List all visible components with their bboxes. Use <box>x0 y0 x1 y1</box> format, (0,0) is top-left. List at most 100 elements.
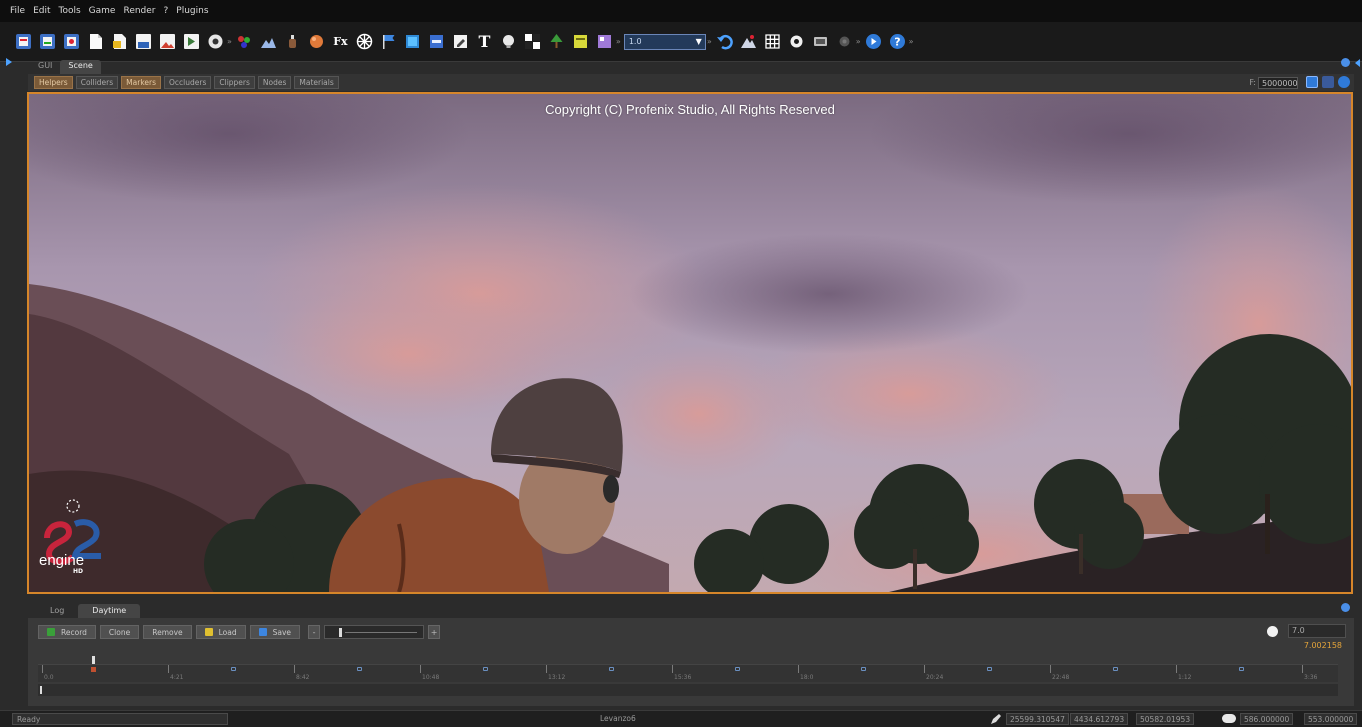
tab-gui[interactable]: GUI <box>30 60 60 74</box>
panel-toggle-icon[interactable] <box>1341 58 1350 67</box>
dropdown-arrow-icon[interactable]: » <box>856 37 861 46</box>
ruler-label: 15:36 <box>674 674 692 681</box>
time-ruler[interactable]: 0.0 4:21 8:42 10:48 13:12 15:36 18:0 20:24 22:48… <box>38 664 1338 682</box>
playhead[interactable] <box>92 656 95 664</box>
bottom-tabs: Log Daytime <box>36 604 141 618</box>
keyframe-marker[interactable] <box>231 667 236 671</box>
daytime-panel: Record Clone Remove Load Save - + 7.0 7.… <box>28 618 1354 706</box>
clone-label: Clone <box>108 627 131 637</box>
keyframe-marker[interactable] <box>987 667 992 671</box>
tab-scene[interactable]: Scene <box>60 60 101 74</box>
keyframe-marker[interactable] <box>861 667 866 671</box>
mesh-icon[interactable] <box>403 32 422 51</box>
filter-markers[interactable]: Markers <box>121 76 162 89</box>
speed-slider[interactable] <box>324 625 425 639</box>
main-tabs: GUI Scene <box>30 60 101 74</box>
gear-icon[interactable] <box>787 32 806 51</box>
far-clip-input[interactable]: 5000000 <box>1258 76 1298 89</box>
load-button[interactable]: Load <box>195 625 246 639</box>
save-icon[interactable] <box>134 32 153 51</box>
document-icon[interactable] <box>86 32 105 51</box>
undo-icon[interactable] <box>715 32 734 51</box>
filter-materials[interactable]: Materials <box>294 76 339 89</box>
remove-button[interactable]: Remove <box>143 625 192 639</box>
filter-clippers[interactable]: Clippers <box>214 76 255 89</box>
key-track[interactable] <box>38 684 1338 696</box>
flag-icon[interactable] <box>379 32 398 51</box>
filter-nodes[interactable]: Nodes <box>257 76 292 89</box>
menu-help[interactable]: ? <box>164 6 169 16</box>
ruler-tick <box>546 665 547 673</box>
menu-file[interactable]: File <box>10 6 25 16</box>
open-scene-icon[interactable] <box>38 32 57 51</box>
tab-log[interactable]: Log <box>36 604 78 618</box>
slider-decrement[interactable]: - <box>308 625 321 639</box>
sun-settings-icon[interactable] <box>835 32 854 51</box>
edit-note-icon[interactable] <box>451 32 470 51</box>
menu-edit[interactable]: Edit <box>33 6 50 16</box>
foliage-icon[interactable] <box>571 32 590 51</box>
fx-icon[interactable]: Fx <box>331 32 350 51</box>
dropdown-arrow-icon[interactable]: » <box>616 37 621 46</box>
keyframe-marker[interactable] <box>357 667 362 671</box>
slider-increment[interactable]: + <box>428 625 441 639</box>
keyframe-marker[interactable] <box>609 667 614 671</box>
keyframe-marker[interactable] <box>1113 667 1118 671</box>
collapse-right-icon[interactable] <box>1355 59 1360 67</box>
grid-view-icon[interactable] <box>595 32 614 51</box>
status-value-a: 586.000000 <box>1240 713 1294 725</box>
merge-scene-icon[interactable] <box>62 32 81 51</box>
dropdown-arrow-icon[interactable]: » <box>707 37 712 46</box>
record-button[interactable]: Record <box>38 625 96 639</box>
track-marker <box>40 686 42 694</box>
terrain-icon[interactable] <box>259 32 278 51</box>
checker-icon[interactable] <box>523 32 542 51</box>
export-icon[interactable] <box>182 32 201 51</box>
camera-icon[interactable] <box>1306 76 1318 88</box>
render-viewport[interactable]: Copyright (C) Profenix Studio, All Right… <box>27 92 1353 594</box>
save-button[interactable]: Save <box>249 625 301 639</box>
text-icon[interactable]: T <box>475 32 494 51</box>
status-text: Ready <box>12 713 228 725</box>
bulb-icon[interactable] <box>499 32 518 51</box>
far-clip-label: F: <box>1249 78 1256 87</box>
ruler-label: 1:12 <box>1178 674 1192 681</box>
menu-game[interactable]: Game <box>89 6 116 16</box>
panel-toggle-icon[interactable] <box>1341 603 1350 612</box>
tree-icon[interactable] <box>547 32 566 51</box>
settings-icon[interactable] <box>1338 76 1350 88</box>
filter-helpers[interactable]: Helpers <box>34 76 73 89</box>
scene-filter-bar: Helpers Colliders Markers Occluders Clip… <box>28 74 1354 91</box>
play-icon[interactable] <box>864 32 883 51</box>
dropdown-arrow-icon[interactable]: » <box>227 37 232 46</box>
bottle-icon[interactable] <box>283 32 302 51</box>
image-icon[interactable] <box>158 32 177 51</box>
menu-plugins[interactable]: Plugins <box>176 6 208 16</box>
frame-icon[interactable] <box>1322 76 1334 88</box>
keyframe-marker[interactable] <box>483 667 488 671</box>
help-icon[interactable]: ? <box>888 32 907 51</box>
tab-daytime[interactable]: Daytime <box>78 604 141 618</box>
dropdown-arrow-icon[interactable]: » <box>909 37 914 46</box>
new-scene-icon[interactable] <box>14 32 33 51</box>
film-icon[interactable] <box>811 32 830 51</box>
sphere-icon[interactable] <box>307 32 326 51</box>
collapse-left-icon[interactable] <box>6 58 12 66</box>
clone-button[interactable]: Clone <box>99 625 140 639</box>
settings-cog-icon[interactable] <box>206 32 225 51</box>
snowflake-icon[interactable] <box>355 32 374 51</box>
keyframe-marker[interactable] <box>735 667 740 671</box>
open-file-icon[interactable] <box>110 32 129 51</box>
landscape-icon[interactable] <box>739 32 758 51</box>
filter-colliders[interactable]: Colliders <box>75 76 119 89</box>
particles-icon[interactable] <box>235 32 254 51</box>
slider-knob[interactable] <box>339 628 343 637</box>
keyframe-marker[interactable] <box>1239 667 1244 671</box>
time-input[interactable]: 7.0 <box>1288 624 1346 638</box>
layer-icon[interactable] <box>427 32 446 51</box>
menu-render[interactable]: Render <box>123 6 155 16</box>
value-combo[interactable]: 1.0 ▼ <box>623 33 706 50</box>
grid-icon[interactable] <box>763 32 782 51</box>
filter-occluders[interactable]: Occluders <box>164 76 212 89</box>
menu-tools[interactable]: Tools <box>59 6 81 16</box>
